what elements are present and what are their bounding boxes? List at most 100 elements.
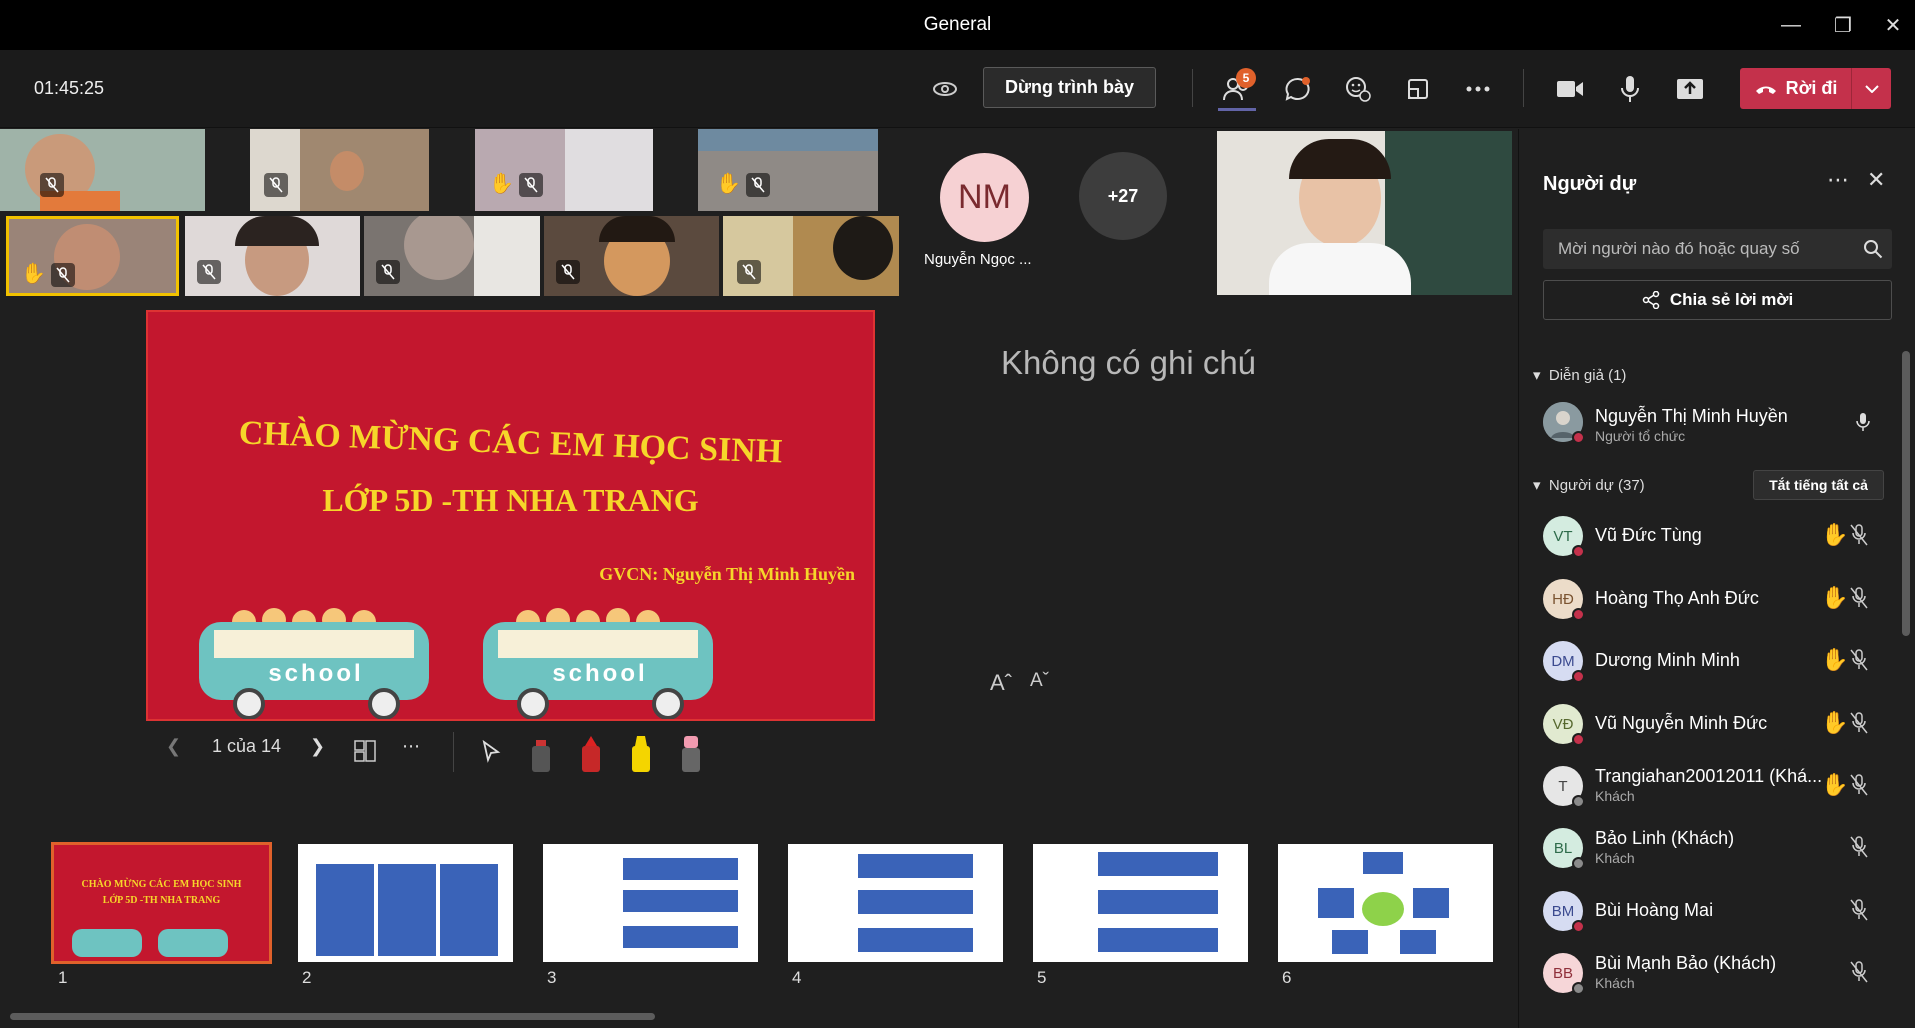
video-tile[interactable]	[544, 216, 719, 296]
mic-off-icon[interactable]	[1849, 649, 1869, 676]
panel-more-icon[interactable]: ⋯	[1827, 167, 1849, 193]
raised-hand-icon: ✋	[1821, 522, 1849, 547]
attendee-row[interactable]: BM Bùi Hoàng Mai	[1543, 889, 1903, 939]
eraser-icon[interactable]	[680, 736, 702, 772]
mic-off-icon[interactable]	[1849, 899, 1869, 926]
reactions-icon[interactable]	[1338, 69, 1378, 109]
status-dot	[1572, 795, 1585, 808]
meeting-timer: 01:45:25	[34, 78, 105, 98]
search-icon[interactable]	[1863, 239, 1883, 264]
close-panel-icon[interactable]: ✕	[1867, 167, 1885, 193]
share-invite-label: Chia sẻ lời mời	[1669, 290, 1794, 309]
slide-thumbnail[interactable]	[1278, 844, 1493, 962]
close-window-icon[interactable]: ✕	[1876, 10, 1910, 40]
slide-thumbnail[interactable]	[788, 844, 1003, 962]
more-actions-icon[interactable]	[1458, 69, 1498, 109]
status-dot	[1572, 857, 1585, 870]
status-dot	[1572, 608, 1585, 621]
video-tile[interactable]	[185, 216, 360, 296]
video-tile-active[interactable]: ✋	[6, 216, 179, 296]
thumbnail-number: 6	[1282, 968, 1292, 987]
video-tile[interactable]: ✋	[698, 129, 878, 211]
slide-title-line1: CHÀO MỪNG CÁC EM HỌC SINH	[238, 414, 783, 471]
status-dot	[1572, 733, 1585, 746]
presenters-section-toggle[interactable]: ▾ Diễn giả (1)	[1533, 366, 1626, 384]
horizontal-scrollbar[interactable]	[10, 1013, 655, 1020]
attendees-section-toggle[interactable]: ▾ Người dự (37)	[1533, 476, 1645, 494]
mic-off-icon[interactable]	[1849, 587, 1869, 614]
mic-off-icon[interactable]	[1849, 524, 1869, 551]
mute-all-button[interactable]: Tắt tiếng tất cả	[1753, 470, 1884, 500]
presenter-row[interactable]: Nguyễn Thị Minh Huyền Người tổ chức	[1543, 400, 1903, 450]
prev-slide-icon[interactable]: ❮	[166, 736, 181, 757]
raised-hand-icon: ✋	[1821, 647, 1849, 672]
font-increase-button[interactable]: Aˆ	[990, 670, 1012, 696]
attendee-row[interactable]: BB Bùi Mạnh Bảo (Khách) Khách	[1543, 951, 1903, 1001]
mic-off-icon[interactable]	[1849, 836, 1869, 863]
microphone-icon	[1856, 412, 1870, 437]
slide-thumbnail[interactable]	[543, 844, 758, 962]
laser-pen-icon[interactable]	[530, 736, 552, 772]
restore-icon[interactable]: ❐	[1826, 10, 1860, 40]
video-tile[interactable]: ✋	[475, 129, 653, 211]
video-tile[interactable]	[250, 129, 429, 211]
stop-presenting-button[interactable]: Dừng trình bày	[983, 67, 1156, 108]
status-dot	[1572, 670, 1585, 683]
rooms-icon[interactable]	[1398, 69, 1438, 109]
minimize-icon[interactable]: —	[1774, 10, 1808, 40]
mic-off-icon[interactable]	[1849, 774, 1869, 801]
highlighter-icon[interactable]	[630, 736, 652, 772]
microphone-icon[interactable]	[1610, 69, 1650, 109]
attendee-row[interactable]: T Trangiahan20012011 (Khá... Khách ✋	[1543, 764, 1903, 814]
attendee-row[interactable]: VT Vũ Đức Tùng ✋	[1543, 514, 1903, 564]
active-tab-indicator	[1218, 108, 1256, 111]
presenter-video[interactable]	[1217, 131, 1512, 295]
grid-view-icon[interactable]	[354, 740, 376, 767]
video-tile[interactable]	[0, 129, 205, 211]
avatar[interactable]: NM	[940, 153, 1029, 242]
leave-button[interactable]: Rời đi	[1740, 68, 1891, 109]
attendee-name: Vũ Đức Tùng	[1595, 525, 1702, 545]
slide-thumbnail[interactable]	[1033, 844, 1248, 962]
attendee-row[interactable]: HĐ Hoàng Thọ Anh Đức ✋	[1543, 577, 1903, 627]
attendee-name: Trangiahan20012011 (Khá...	[1595, 766, 1823, 786]
attendee-name: Hoàng Thọ Anh Đức	[1595, 588, 1759, 608]
leave-options-chevron-icon[interactable]	[1851, 68, 1891, 109]
panel-scrollbar[interactable]	[1902, 351, 1910, 636]
thumb-title: CHÀO MỪNG CÁC EM HỌC SINH	[81, 879, 242, 890]
phone-hangup-icon	[1755, 86, 1776, 94]
eye-icon[interactable]	[925, 69, 965, 109]
video-tile[interactable]	[723, 216, 899, 296]
video-tile[interactable]	[364, 216, 540, 296]
participants-badge: 5	[1236, 68, 1256, 88]
attendee-row[interactable]: DM Dương Minh Minh ✋	[1543, 639, 1903, 689]
status-dot	[1572, 982, 1585, 995]
share-invite-button[interactable]: Chia sẻ lời mời	[1543, 280, 1892, 320]
attendee-row[interactable]: BL Bảo Linh (Khách) Khách	[1543, 826, 1903, 876]
thumbnail-number: 2	[302, 968, 312, 987]
window-title: General	[923, 14, 992, 35]
mic-off-icon[interactable]	[1849, 961, 1869, 988]
camera-icon[interactable]	[1550, 69, 1590, 109]
chat-icon[interactable]	[1278, 69, 1318, 109]
slide-counter: 1 của 14	[212, 736, 282, 756]
pointer-icon[interactable]	[481, 739, 501, 769]
presenters-label: Diễn giả (1)	[1548, 367, 1627, 384]
attendee-sub: Khách	[1595, 975, 1635, 991]
mic-off-icon	[737, 260, 761, 284]
next-slide-icon[interactable]: ❯	[310, 736, 325, 757]
slide-more-icon[interactable]: ⋯	[402, 736, 422, 757]
mic-off-icon	[264, 173, 288, 197]
mic-off-icon[interactable]	[1849, 712, 1869, 739]
leave-main[interactable]: Rời đi	[1740, 78, 1851, 99]
slide-thumbnail[interactable]	[298, 844, 513, 962]
status-dot	[1572, 920, 1585, 933]
share-screen-icon[interactable]	[1670, 69, 1710, 109]
invite-search-input[interactable]: Mời người nào đó hoặc quay số	[1543, 229, 1892, 269]
font-decrease-button[interactable]: Aˇ	[1030, 670, 1049, 692]
red-pen-icon[interactable]	[580, 736, 602, 772]
raised-hand-icon: ✋	[489, 173, 514, 195]
attendee-row[interactable]: VĐ Vũ Nguyễn Minh Đức ✋	[1543, 702, 1903, 752]
slide-thumbnail-active[interactable]: CHÀO MỪNG CÁC EM HỌC SINH LỚP 5D -TH NHA…	[51, 842, 272, 964]
more-participants-button[interactable]: +27	[1079, 152, 1167, 240]
